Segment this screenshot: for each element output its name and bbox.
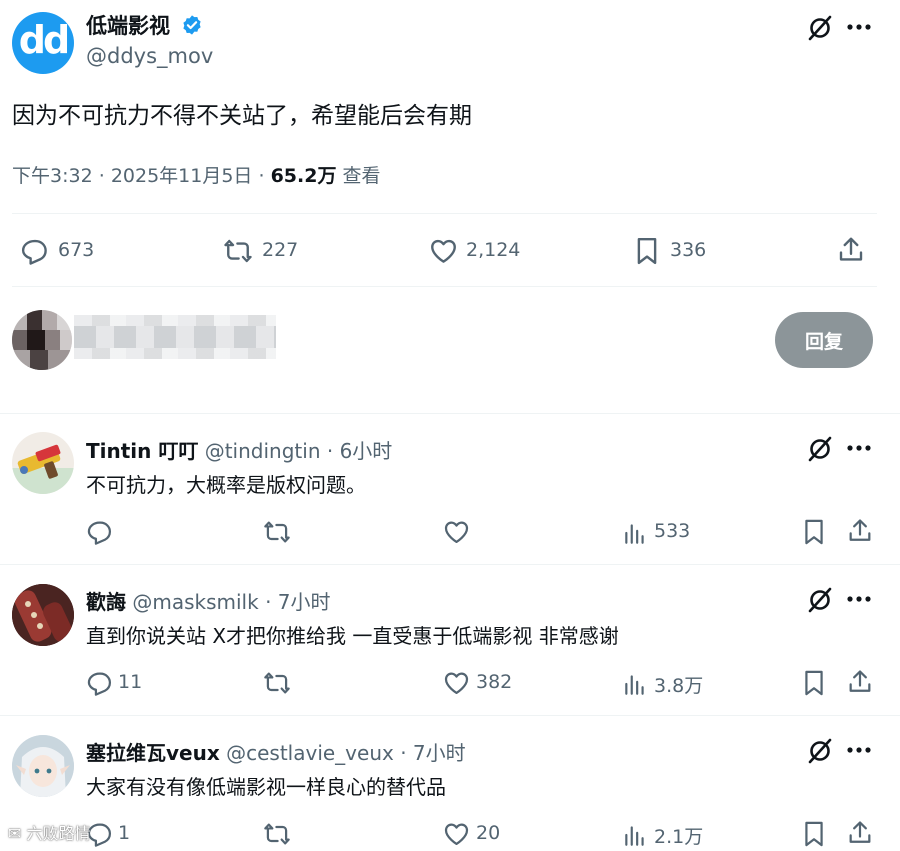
like-icon[interactable] [442,669,471,697]
reply-text: 直到你说关站 X才把你推给我 一直受惠于低端影视 非常感谢 [86,624,619,648]
share-icon[interactable] [846,668,874,696]
repost-icon[interactable] [262,669,292,697]
watermark: ✉ 六败路情 [8,820,91,844]
reply-text: 不可抗力，大概率是版权问题。 [86,473,366,497]
like-count: 20 [476,822,501,844]
composer-avatar [12,310,72,370]
like-icon[interactable] [442,518,471,546]
more-options-icon[interactable] [846,17,872,37]
reply-author-name[interactable]: 歡誨 [86,590,126,614]
composer-placeholder-blurred[interactable] [74,315,276,359]
like-count: 382 [476,671,513,693]
divider [12,213,877,214]
more-options-icon[interactable] [846,740,872,760]
bookmark-icon[interactable] [802,820,826,848]
views-icon[interactable] [622,520,648,546]
reply-author-handle[interactable]: @tindingtin [205,439,321,463]
repost-icon[interactable] [262,518,292,546]
view-label: 查看 [342,165,381,187]
meta-dot: · [326,439,334,463]
avatar[interactable] [12,432,74,494]
like-icon[interactable] [428,236,459,266]
reply-time[interactable]: 6小时 [340,439,393,463]
reply-avatar-art [12,444,74,494]
share-icon[interactable] [846,819,874,847]
more-options-icon[interactable] [846,438,872,458]
watermark-text: 六败路情 [26,824,91,843]
like-icon[interactable] [442,820,471,848]
reply-header: 塞拉维瓦veux @cestlavie_veux · 7小时 [86,737,466,766]
reply-author-name[interactable]: 塞拉维瓦veux [86,741,220,765]
views-icon[interactable] [622,671,648,697]
reply-icon[interactable] [86,518,114,546]
tweet-text: 因为不可抗力不得不关站了，希望能后会有期 [12,103,472,129]
watermark-logo-icon: ✉ [8,824,22,843]
reply-icon[interactable] [86,669,114,697]
reply-header: 歡誨 @masksmilk · 7小时 [86,586,331,615]
like-count: 2,124 [466,239,521,261]
reply-author-handle[interactable]: @masksmilk [132,590,258,614]
bookmark-icon[interactable] [634,236,660,266]
tweet-date[interactable]: 2025年11月5日 [111,165,253,187]
divider [12,286,877,287]
grok-icon[interactable] [806,586,834,614]
tweet-meta: 下午3:32 · 2025年11月5日 · 65.2万 查看 [12,161,381,188]
view-count: 2.1万 [654,826,704,848]
grok-icon[interactable] [806,737,834,765]
author-handle[interactable]: @ddys_mov [86,44,213,68]
tweet-time[interactable]: 下午3:32 [12,165,93,187]
views-icon[interactable] [622,822,648,848]
view-count: 3.8万 [654,675,704,697]
avatar[interactable] [12,735,74,797]
divider [0,564,900,565]
reply-submit-button[interactable]: 回复 [775,312,873,368]
reply-time[interactable]: 7小时 [278,590,331,614]
avatar[interactable]: dd [12,12,74,74]
reply-icon[interactable] [20,236,50,266]
meta-dot: · [258,165,271,187]
bookmark-icon[interactable] [802,518,826,546]
grok-icon[interactable] [806,435,834,463]
verified-badge-icon [183,15,201,35]
avatar[interactable] [12,584,74,646]
reply-count: 1 [118,822,131,844]
reply-count: 673 [58,239,95,261]
more-options-icon[interactable] [846,589,872,609]
bookmark-count: 336 [670,239,707,261]
grok-icon[interactable] [806,14,834,42]
divider [0,413,900,414]
reply-avatar-art [12,735,74,797]
repost-icon[interactable] [262,820,292,848]
meta-dot: · [98,165,111,187]
reply-time[interactable]: 7小时 [413,741,466,765]
avatar-logo-text: dd [18,18,70,62]
view-count: 533 [654,520,691,542]
reply-count: 11 [118,671,143,693]
repost-icon[interactable] [222,236,254,266]
repost-count: 227 [262,239,299,261]
bookmark-icon[interactable] [802,669,826,697]
view-count: 65.2万 [270,165,337,187]
reply-avatar-art [12,584,74,646]
reply-author-name[interactable]: Tintin 叮叮 [86,439,198,463]
divider [0,715,900,716]
author-name[interactable]: 低端影视 [86,10,203,40]
reply-text: 大家有没有像低端影视一样良心的替代品 [86,775,446,799]
author-name-text: 低端影视 [86,14,170,38]
share-icon[interactable] [846,517,874,545]
share-icon[interactable] [836,235,866,265]
reply-header: Tintin 叮叮 @tindingtin · 6小时 [86,435,392,464]
meta-dot: · [265,590,272,614]
meta-dot: · [400,741,407,765]
reply-author-handle[interactable]: @cestlavie_veux [226,741,394,765]
